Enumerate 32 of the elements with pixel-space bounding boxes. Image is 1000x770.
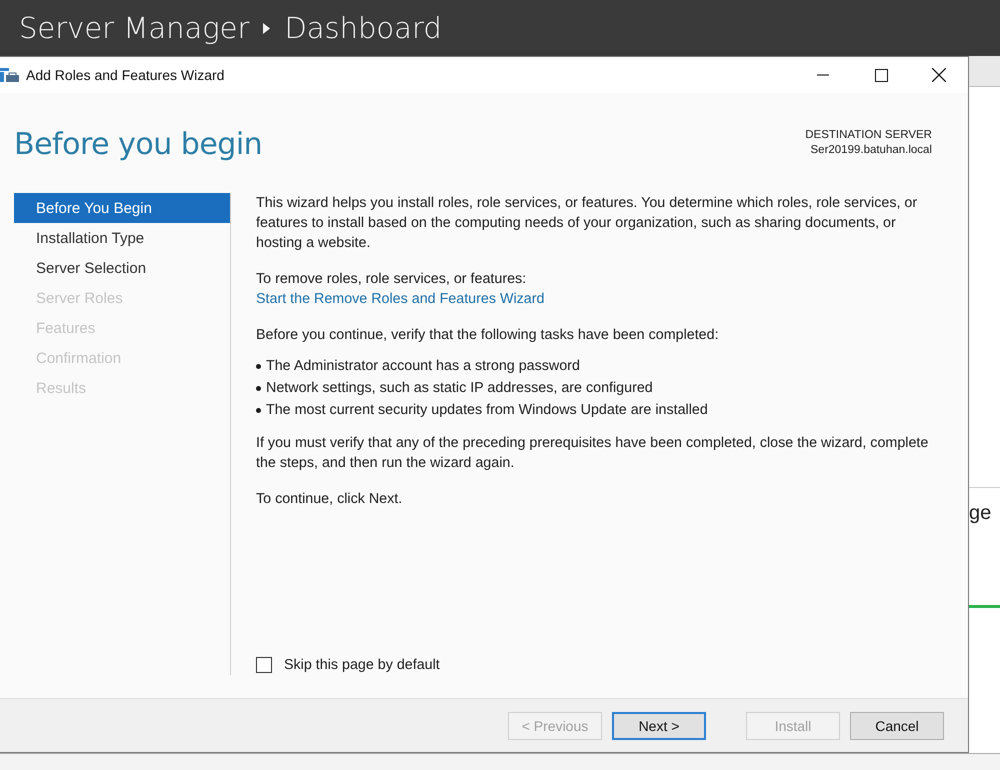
minimize-icon xyxy=(817,74,829,76)
note-text: If you must verify that any of the preceding prerequisites have been completed, close the wizard, complete the steps, and then run the wizard again. xyxy=(256,434,930,473)
task-text: Network settings, such as static IP addresses, are configured xyxy=(266,379,653,398)
remove-label: To remove roles, role services, or features: xyxy=(256,270,528,289)
wizard-app-icon xyxy=(0,67,20,83)
bullet-icon xyxy=(256,386,261,390)
window-title: Add Roles and Features Wizard xyxy=(26,67,224,83)
intro-text: This wizard helps you install roles, role services, or features. You determine which roles, role services, or features to install based on the computing needs of your organization, such as sharing documents, or hosting a website. xyxy=(256,194,918,253)
wizard-button[interactable]: Cancel xyxy=(850,712,944,740)
app-title: Server Manager xyxy=(19,11,250,45)
verify-label: Before you continue, verify that the following tasks have been completed: xyxy=(256,326,720,345)
continue-text: To continue, click Next. xyxy=(256,490,404,509)
maximize-icon xyxy=(874,68,888,82)
tile-text: ge xyxy=(969,501,992,525)
status-stripe xyxy=(969,605,1000,608)
close-icon xyxy=(932,68,946,82)
bullet-icon xyxy=(256,364,261,368)
wizard-button[interactable]: Next > xyxy=(612,712,706,740)
task-text: The Administrator account has a strong password xyxy=(266,357,580,376)
breadcrumb-arrow-icon xyxy=(263,22,270,34)
wizard-page-title: Before you begin xyxy=(14,127,262,164)
wizard-step[interactable]: Server Selection xyxy=(14,253,230,283)
wizard-step[interactable]: Before You Begin xyxy=(14,193,230,223)
destination-server: Ser20199.batuhan.local xyxy=(810,144,932,156)
wizard-step[interactable]: Installation Type xyxy=(14,223,230,253)
bullet-icon xyxy=(256,408,261,412)
task-text: The most current security updates from Windows Update are installed xyxy=(266,401,708,420)
destination-label: DESTINATION SERVER xyxy=(805,129,932,141)
remove-wizard-link[interactable]: Start the Remove Roles and Features Wizard xyxy=(256,289,544,309)
skip-checkbox[interactable] xyxy=(256,657,272,673)
skip-label: Skip this page by default xyxy=(284,656,440,675)
page-title: Dashboard xyxy=(284,11,442,45)
